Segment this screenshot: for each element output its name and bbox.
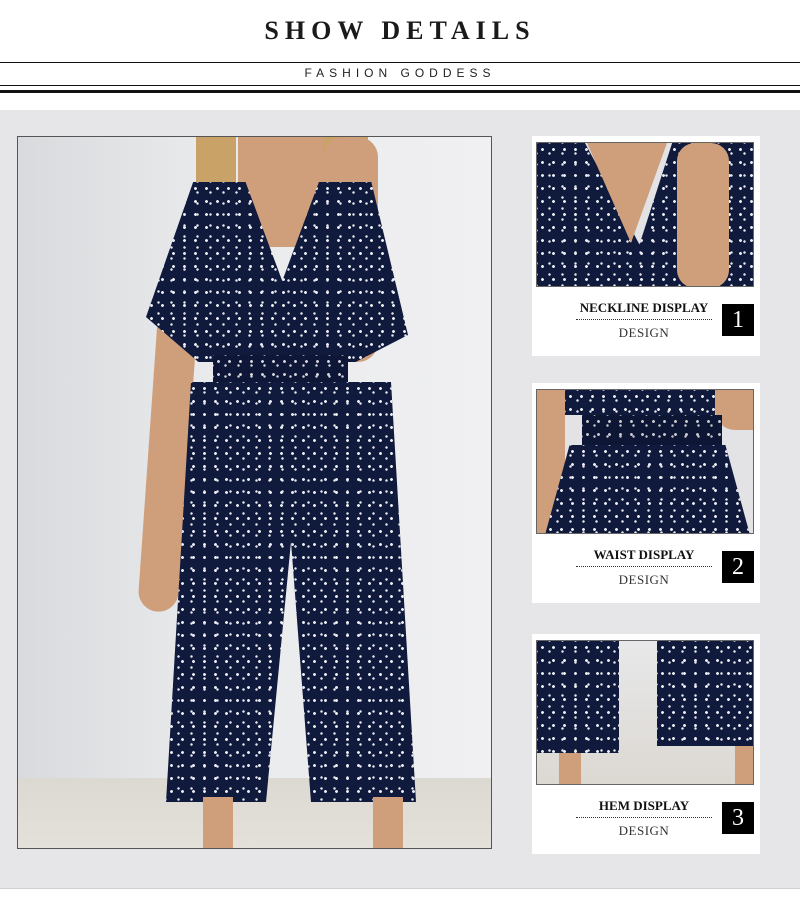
neckline-photo — [536, 142, 754, 287]
jumpsuit-trousers-shape — [166, 382, 416, 802]
neckline-display-title: NECKLINE DISPLAY — [576, 300, 712, 320]
jumpsuit-model-photo — [17, 136, 492, 849]
leg-right-shape — [373, 797, 403, 848]
waist-display-title: WAIST DISPLAY — [576, 547, 712, 567]
waist-display-subtitle: DESIGN — [618, 572, 670, 587]
leg-left-shape — [203, 797, 233, 848]
waist-detail-card: WAIST DISPLAY DESIGN 2 — [532, 383, 760, 603]
waist-photo — [536, 389, 754, 534]
neckline-display-subtitle: DESIGN — [618, 325, 670, 340]
hem-display-subtitle: DESIGN — [618, 823, 670, 838]
hem-left-leg-shape — [537, 641, 619, 753]
detail-number-badge: 2 — [722, 551, 754, 583]
detail-number-badge: 1 — [722, 304, 754, 336]
arm-shape — [677, 143, 729, 286]
hem-display-title: HEM DISPLAY — [576, 798, 712, 818]
detail-number-badge: 3 — [722, 802, 754, 834]
bottom-divider — [0, 888, 800, 889]
waist-trousers-shape — [545, 445, 750, 533]
hem-detail-card: HEM DISPLAY DESIGN 3 — [532, 634, 760, 854]
ankle-left-shape — [559, 753, 581, 784]
page-title: SHOW DETAILS — [264, 16, 536, 45]
header-rule-middle — [0, 85, 800, 86]
page-header: SHOW DETAILS FASHION GODDESS — [0, 0, 800, 110]
jumpsuit-waist-shape — [213, 355, 348, 385]
neckline-detail-card: NECKLINE DISPLAY DESIGN 1 — [532, 136, 760, 356]
waist-fabric-shape — [565, 390, 715, 415]
waist-band-shape — [582, 415, 722, 445]
page-subtitle: FASHION GODDESS — [304, 66, 496, 80]
header-rule-bottom — [0, 90, 800, 93]
hem-photo — [536, 640, 754, 785]
ankle-right-shape — [735, 746, 753, 784]
hem-right-leg-shape — [657, 641, 753, 746]
header-rule-top — [0, 62, 800, 63]
